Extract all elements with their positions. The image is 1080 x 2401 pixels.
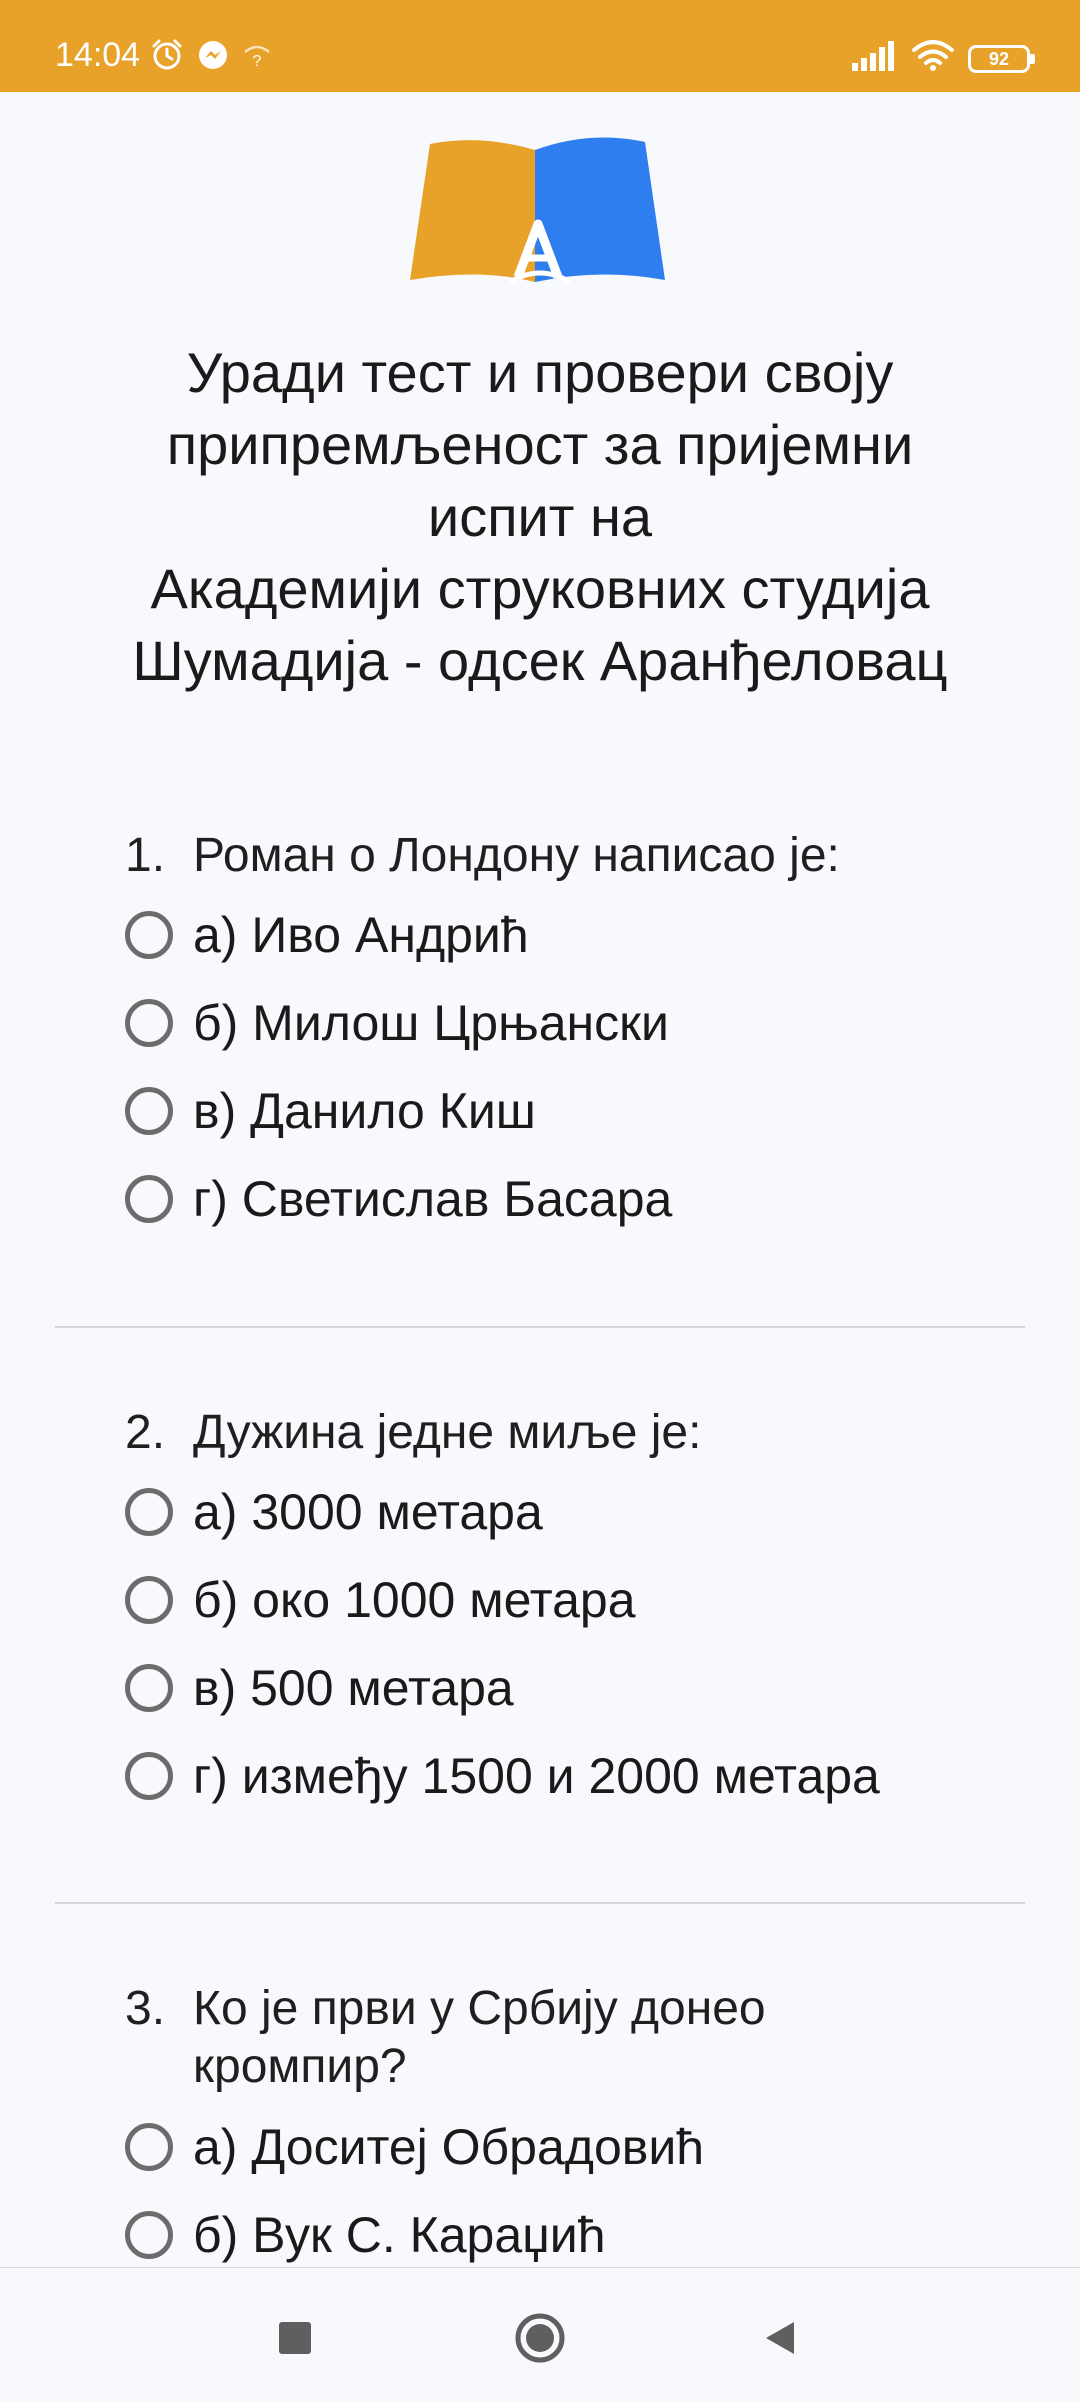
option-b[interactable]: б) око 1000 метара bbox=[125, 1565, 636, 1635]
messenger-icon bbox=[196, 38, 230, 77]
option-label: б) Милош Црњански bbox=[193, 995, 669, 1051]
status-notification-icons: ? bbox=[150, 38, 272, 77]
status-bar: 14:04 ? 92 bbox=[0, 0, 1080, 92]
option-d[interactable]: г) између 1500 и 2000 метара bbox=[125, 1741, 880, 1811]
back-button[interactable] bbox=[750, 2310, 810, 2370]
option-a[interactable]: а) Доситеј Обрадовић bbox=[125, 2112, 704, 2182]
option-c[interactable]: в) Данило Киш bbox=[125, 1076, 536, 1146]
radio-button[interactable] bbox=[125, 2123, 173, 2171]
option-label: г) Светислав Басара bbox=[193, 1171, 673, 1227]
option-label: б) око 1000 метара bbox=[193, 1572, 636, 1628]
radio-button[interactable] bbox=[125, 1488, 173, 1536]
home-button[interactable] bbox=[510, 2310, 570, 2370]
radio-button[interactable] bbox=[125, 1752, 173, 1800]
question-divider bbox=[55, 1326, 1025, 1328]
back-triangle-icon bbox=[760, 2318, 800, 2363]
option-label: а) 3000 метара bbox=[193, 1484, 543, 1540]
navigation-bar bbox=[0, 2267, 1080, 2401]
question-number: 1. bbox=[125, 829, 166, 882]
question-text: Роман о Лондону написао је: bbox=[193, 829, 840, 882]
question-text: Дужина једне миље је: bbox=[193, 1406, 702, 1459]
option-b[interactable]: б) Вук С. Караџић bbox=[125, 2200, 606, 2267]
wifi-icon bbox=[912, 40, 954, 77]
question-number: 2. bbox=[125, 1406, 166, 1459]
radio-button[interactable] bbox=[125, 1087, 173, 1135]
alarm-icon bbox=[150, 38, 184, 77]
option-label: в) 500 метара bbox=[193, 1660, 514, 1716]
option-b[interactable]: б) Милош Црњански bbox=[125, 988, 669, 1058]
status-system-icons: 92 bbox=[852, 40, 1035, 77]
svg-text:?: ? bbox=[253, 53, 262, 70]
radio-button[interactable] bbox=[125, 2211, 173, 2259]
option-d[interactable]: г) Светислав Басара bbox=[125, 1164, 672, 1234]
signal-icon bbox=[852, 41, 898, 76]
quiz-scroll-area[interactable]: Уради тест и провери своју припремљеност… bbox=[0, 92, 1080, 2267]
radio-button[interactable] bbox=[125, 1576, 173, 1624]
radio-button[interactable] bbox=[125, 1175, 173, 1223]
radio-button[interactable] bbox=[125, 911, 173, 959]
option-label: а) Доситеј Обрадовић bbox=[193, 2119, 705, 2175]
home-circle-icon bbox=[514, 2312, 566, 2369]
academy-logo bbox=[410, 132, 670, 292]
wifi-question-icon: ? bbox=[242, 40, 272, 75]
option-label: в) Данило Киш bbox=[193, 1083, 536, 1139]
recents-square-icon bbox=[277, 2320, 313, 2361]
option-c[interactable]: в) 500 метара bbox=[125, 1653, 514, 1723]
option-label: а) Иво Андрић bbox=[193, 907, 529, 963]
option-a[interactable]: а) 3000 метара bbox=[125, 1477, 543, 1547]
option-a[interactable]: а) Иво Андрић bbox=[125, 900, 529, 970]
question-number: 3. bbox=[125, 1982, 166, 2035]
radio-button[interactable] bbox=[125, 1664, 173, 1712]
intro-heading: Уради тест и провери своју припремљеност… bbox=[132, 341, 948, 692]
option-label: б) Вук С. Караџић bbox=[193, 2207, 606, 2263]
battery-icon: 92 bbox=[968, 44, 1035, 73]
question-text: Ко је први у Србију донео кромпир? bbox=[193, 1982, 766, 2093]
status-time: 14:04 bbox=[55, 36, 141, 74]
question-divider bbox=[55, 1902, 1025, 1904]
option-label: г) између 1500 и 2000 метара bbox=[193, 1748, 880, 1804]
radio-button[interactable] bbox=[125, 999, 173, 1047]
recents-button[interactable] bbox=[265, 2310, 325, 2370]
